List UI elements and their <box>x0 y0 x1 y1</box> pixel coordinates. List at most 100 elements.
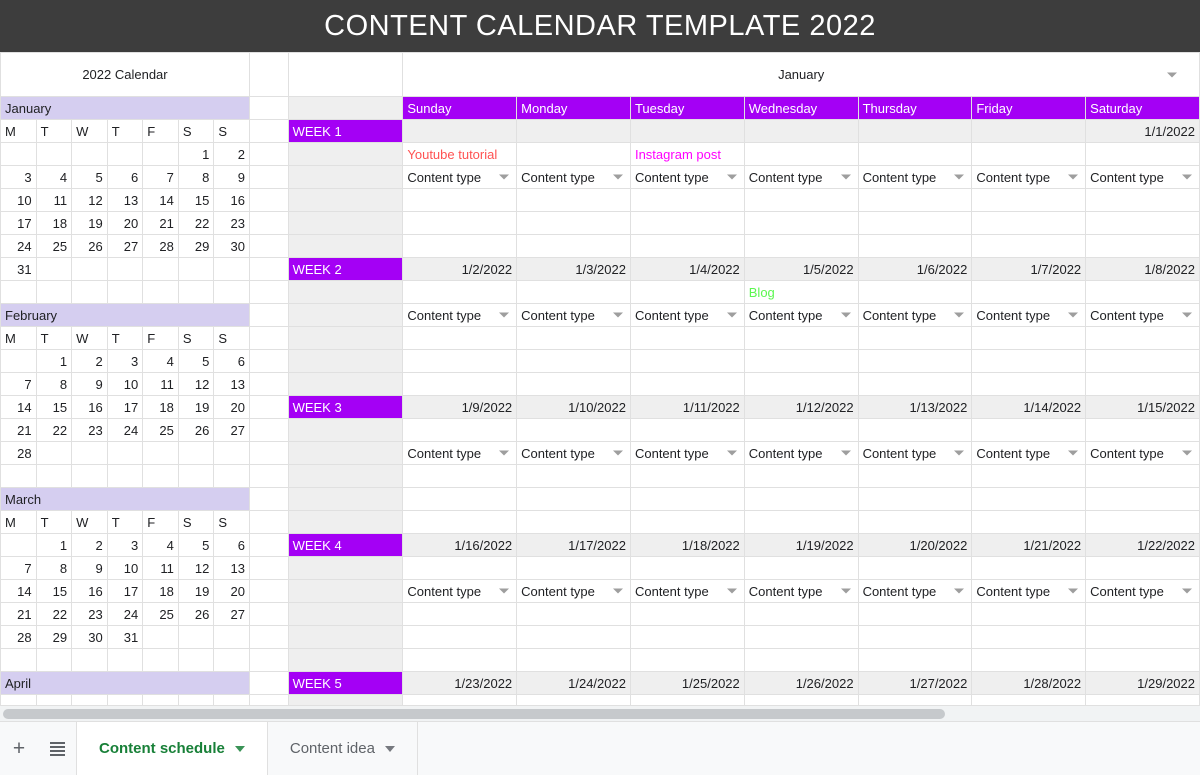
chevron-down-icon[interactable] <box>1182 450 1192 456</box>
empty-cell[interactable] <box>516 234 631 258</box>
week-band-cell[interactable] <box>287 234 404 258</box>
week-band-cell[interactable] <box>287 280 404 304</box>
empty-cell[interactable] <box>516 372 631 396</box>
content-note-cell[interactable]: Instagram post <box>629 142 745 166</box>
empty-cell[interactable] <box>857 464 973 488</box>
chevron-down-icon[interactable] <box>954 174 965 180</box>
empty-cell[interactable] <box>971 372 1087 396</box>
empty-cell[interactable] <box>106 280 144 304</box>
empty-cell[interactable] <box>629 188 745 212</box>
empty-cell[interactable] <box>213 648 250 672</box>
mini-calendar-day[interactable]: 1 <box>35 533 73 557</box>
empty-cell[interactable] <box>1085 211 1200 235</box>
content-note-cell[interactable] <box>1085 280 1200 304</box>
scrollbar-thumb[interactable] <box>3 709 945 719</box>
content-note-cell[interactable]: Youtube tutorial <box>402 142 518 166</box>
day-date-cell[interactable]: 1/5/2022 <box>743 257 859 281</box>
content-type-dropdown[interactable]: Content type <box>629 579 745 603</box>
empty-cell[interactable] <box>971 625 1087 649</box>
day-date-cell[interactable]: 1/26/2022 <box>743 671 859 695</box>
mini-calendar-day[interactable] <box>0 349 37 373</box>
chevron-down-icon[interactable] <box>1068 174 1079 180</box>
mini-calendar-day[interactable]: 7 <box>142 165 179 189</box>
mini-calendar-day[interactable] <box>35 142 73 166</box>
content-note-cell[interactable] <box>629 418 745 442</box>
content-note-cell[interactable] <box>402 556 518 580</box>
day-date-cell[interactable]: 1/29/2022 <box>1085 671 1200 695</box>
mini-calendar-day[interactable]: 20 <box>106 211 144 235</box>
content-note-cell[interactable] <box>971 142 1087 166</box>
empty-cell[interactable] <box>0 280 37 304</box>
chevron-down-icon[interactable] <box>954 312 965 318</box>
day-date-cell[interactable]: 1/7/2022 <box>971 257 1087 281</box>
mini-calendar-day[interactable]: 9 <box>71 372 108 396</box>
spreadsheet-grid[interactable]: 2022 Calendar January January Sunday Monday T… <box>0 52 1200 722</box>
mini-calendar-day[interactable] <box>71 142 108 166</box>
content-type-dropdown[interactable]: Content type <box>857 441 973 465</box>
content-type-dropdown[interactable]: Content type <box>1085 165 1200 189</box>
chevron-down-icon[interactable] <box>612 588 623 594</box>
empty-cell[interactable] <box>971 602 1087 626</box>
mini-calendar-day[interactable]: 17 <box>106 395 144 419</box>
content-type-dropdown[interactable]: Content type <box>516 579 631 603</box>
mini-calendar-day[interactable]: 12 <box>177 372 215 396</box>
mini-calendar-day[interactable]: 28 <box>0 625 37 649</box>
day-date-cell[interactable]: 1/25/2022 <box>629 671 745 695</box>
day-date-cell[interactable]: 1/19/2022 <box>743 533 859 557</box>
empty-cell[interactable] <box>857 510 973 534</box>
empty-cell[interactable] <box>402 625 518 649</box>
empty-cell[interactable] <box>516 602 631 626</box>
mini-calendar-day[interactable]: 14 <box>0 579 37 603</box>
mini-calendar-day[interactable]: 26 <box>177 602 215 626</box>
day-date-cell[interactable]: 1/27/2022 <box>857 671 973 695</box>
empty-cell[interactable] <box>857 211 973 235</box>
day-date-cell[interactable]: 1/24/2022 <box>516 671 631 695</box>
content-note-cell[interactable] <box>857 142 973 166</box>
chevron-down-icon[interactable] <box>726 174 737 180</box>
content-type-dropdown[interactable]: Content type <box>857 303 973 327</box>
chevron-down-icon[interactable] <box>840 312 851 318</box>
day-date-cell[interactable]: 1/23/2022 <box>402 671 518 695</box>
empty-cell[interactable] <box>71 464 108 488</box>
mini-calendar-day[interactable]: 4 <box>142 533 179 557</box>
empty-cell[interactable] <box>629 648 745 672</box>
day-date-cell[interactable]: 1/9/2022 <box>402 395 518 419</box>
content-note-cell[interactable] <box>857 556 973 580</box>
mini-calendar-day[interactable]: 17 <box>106 579 144 603</box>
day-date-cell[interactable]: 1/10/2022 <box>516 395 631 419</box>
empty-cell[interactable] <box>142 280 179 304</box>
mini-calendar-day[interactable]: 7 <box>0 372 37 396</box>
mini-calendar-day[interactable]: 5 <box>71 165 108 189</box>
mini-calendar-day[interactable] <box>35 257 73 281</box>
empty-cell[interactable] <box>1085 602 1200 626</box>
empty-cell[interactable] <box>971 510 1087 534</box>
mini-calendar-day[interactable]: 12 <box>71 188 108 212</box>
mini-calendar-day[interactable]: 28 <box>0 441 37 465</box>
mini-calendar-day[interactable]: 2 <box>71 349 108 373</box>
content-type-dropdown[interactable]: Content type <box>402 165 518 189</box>
mini-calendar-day[interactable]: 14 <box>0 395 37 419</box>
day-date-cell[interactable]: 1/28/2022 <box>971 671 1087 695</box>
content-type-dropdown[interactable]: Content type <box>402 579 518 603</box>
sheet-tab-content-idea[interactable]: Content idea <box>268 722 418 775</box>
mini-calendar-day[interactable]: 10 <box>106 556 144 580</box>
empty-cell[interactable] <box>402 349 518 373</box>
mini-calendar-day[interactable]: 6 <box>213 533 250 557</box>
month-title[interactable]: January <box>402 52 1200 97</box>
empty-cell[interactable] <box>0 648 37 672</box>
empty-cell[interactable] <box>743 211 859 235</box>
content-note-cell[interactable] <box>743 418 859 442</box>
mini-calendar-day[interactable] <box>142 257 179 281</box>
empty-cell[interactable] <box>142 464 179 488</box>
day-date-cell[interactable]: 1/18/2022 <box>629 533 745 557</box>
empty-cell[interactable] <box>177 464 215 488</box>
mini-calendar-day[interactable]: 23 <box>71 602 108 626</box>
empty-cell[interactable] <box>743 464 859 488</box>
content-type-dropdown[interactable]: Content type <box>1085 303 1200 327</box>
empty-cell[interactable] <box>516 510 631 534</box>
mini-calendar-day[interactable]: 29 <box>35 625 73 649</box>
mini-calendar-day[interactable]: 31 <box>0 257 37 281</box>
week-band-cell[interactable] <box>287 303 404 327</box>
empty-cell[interactable] <box>743 487 859 511</box>
week-band-cell[interactable] <box>287 602 404 626</box>
